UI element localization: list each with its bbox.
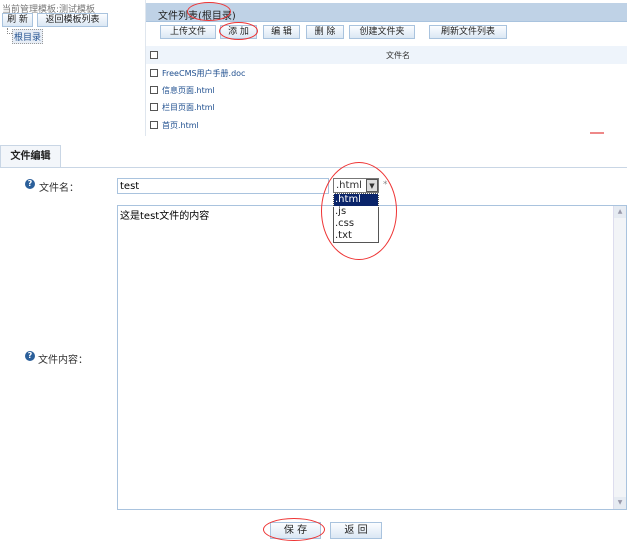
file-link[interactable]: FreeCMS用户手册.doc [162, 68, 245, 79]
help-icon: ? [25, 351, 35, 361]
scroll-marker [590, 132, 604, 134]
file-checkbox[interactable] [150, 121, 158, 129]
file-checkbox[interactable] [150, 86, 158, 94]
file-list-title: 文件列表(根目录) [158, 11, 236, 22]
required-mark: * [383, 180, 388, 190]
file-content-textarea[interactable]: 这是test文件的内容 [117, 205, 627, 510]
extension-option[interactable]: .txt [334, 230, 378, 242]
help-icon: ? [25, 179, 35, 189]
extension-option[interactable]: .css [334, 218, 378, 230]
scrollbar[interactable]: ▲ ▼ [613, 206, 626, 509]
save-button[interactable]: 保 存 [270, 522, 321, 539]
select-all-checkbox[interactable] [150, 51, 158, 59]
filename-label: 文件名： [39, 183, 79, 194]
file-link[interactable]: 栏目页面.html [162, 102, 215, 113]
file-checkbox[interactable] [150, 69, 158, 77]
create-folder-button[interactable]: 创建文件夹 [349, 25, 415, 39]
refresh-button[interactable]: 刷 新 [2, 13, 33, 27]
file-checkbox[interactable] [150, 103, 158, 111]
content-label: 文件内容： [38, 355, 88, 366]
refresh-file-list-button[interactable]: 刷新文件列表 [429, 25, 507, 39]
tab-divider [0, 167, 627, 168]
add-file-button[interactable]: 添 加 [220, 25, 257, 39]
extension-dropdown-list: .html .js .css .txt [333, 193, 379, 243]
extension-option[interactable]: .html [333, 193, 379, 207]
tab-file-edit[interactable]: 文件编辑 [0, 145, 61, 168]
file-link[interactable]: 首页.html [162, 120, 199, 131]
back-button[interactable]: 返 回 [330, 522, 382, 539]
delete-button[interactable]: 删 除 [306, 25, 344, 39]
scroll-down-icon[interactable]: ▼ [614, 497, 626, 509]
column-header-filename: 文件名 [386, 51, 410, 60]
extension-select[interactable]: .html ▼ [333, 178, 379, 193]
extension-selected: .html [336, 180, 362, 191]
upload-file-button[interactable]: 上传文件 [160, 25, 216, 39]
chevron-down-icon[interactable]: ▼ [366, 179, 378, 192]
extension-option[interactable]: .js [334, 206, 378, 218]
edit-button[interactable]: 编 辑 [263, 25, 300, 39]
scroll-up-icon[interactable]: ▲ [614, 206, 626, 218]
filename-input[interactable] [117, 178, 329, 194]
back-to-template-list-button[interactable]: 返回模板列表 [37, 13, 108, 27]
file-link[interactable]: 信息页面.html [162, 85, 215, 96]
tree-root-node[interactable]: 根目录 [12, 29, 44, 44]
